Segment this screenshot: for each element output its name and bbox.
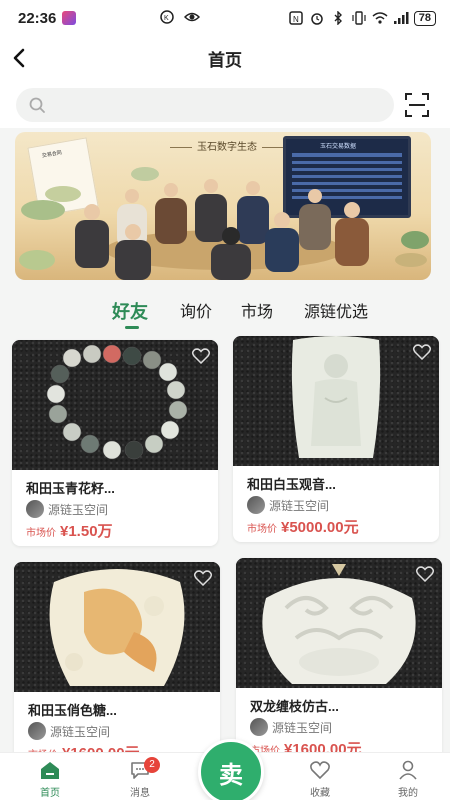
price-value: ¥5000.00元: [281, 519, 359, 536]
favorite-heart-icon[interactable]: [192, 348, 210, 364]
shop-name: 源链玉空间: [269, 498, 330, 513]
product-title: 和田玉青花籽...: [26, 481, 115, 496]
product-card[interactable]: 和田白玉观音... 源链玉空间 市场价 ¥5000.00元: [233, 336, 439, 542]
message-count-badge: 2: [144, 757, 160, 773]
scan-icon[interactable]: [404, 92, 430, 118]
product-card[interactable]: 双龙缠枝仿古... 源链玉空间 市场价 ¥1600.00元: [236, 558, 442, 764]
product-image: [236, 558, 442, 688]
price-label: 市场价: [247, 524, 277, 535]
tab-friends[interactable]: 好友: [112, 298, 148, 324]
product-title: 和田玉俏色糖...: [28, 703, 117, 718]
bottom-nav-messages-label: 消息: [130, 788, 150, 799]
svg-text:N: N: [293, 15, 299, 24]
eye-icon: [184, 12, 200, 22]
shop-info: 源链玉空间: [250, 718, 332, 736]
shop-avatar: [247, 496, 265, 514]
product-image: [12, 340, 218, 470]
active-tab-indicator: [125, 326, 139, 329]
wifi-icon: [372, 12, 388, 24]
bottom-nav-mine-label: 我的: [398, 788, 418, 799]
nfc-icon: N: [289, 11, 303, 25]
price-value: ¥1.50万: [60, 523, 113, 540]
shop-avatar: [28, 722, 46, 740]
product-image: [233, 336, 439, 466]
price-row: 市场价 ¥5000.00元: [247, 516, 359, 537]
search-row: [0, 80, 450, 128]
bottom-nav-mine[interactable]: 我的: [378, 759, 438, 799]
goldfish-pendant-illustration: [49, 569, 185, 686]
signal-icon: [393, 12, 409, 24]
price-label: 市场价: [26, 528, 56, 539]
bottom-tab-bar: 首页 2 消息 卖 收藏 我的: [0, 739, 450, 800]
tab-inquiry[interactable]: 询价: [180, 298, 212, 322]
shop-info: 源链玉空间: [26, 500, 108, 518]
product-title: 和田白玉观音...: [247, 477, 336, 492]
shop-info: 源链玉空间: [28, 722, 110, 740]
tab-source-chain-picks[interactable]: 源链优选: [304, 298, 368, 322]
bottom-nav-home[interactable]: 首页: [20, 759, 80, 799]
favorite-heart-icon[interactable]: [194, 570, 212, 586]
vibrate-icon: [352, 11, 366, 25]
home-icon: [41, 762, 59, 779]
dragon-pendant-illustration: [262, 564, 416, 684]
category-tabs: 好友 询价 市场 源链优选: [0, 290, 450, 334]
bottom-nav-home-label: 首页: [40, 788, 60, 799]
sell-button[interactable]: 卖: [198, 739, 264, 800]
bottom-nav-favorites[interactable]: 收藏: [290, 759, 350, 799]
bottom-nav-favorites-label: 收藏: [310, 788, 330, 799]
price-row: 市场价 ¥1.50万: [26, 520, 113, 541]
product-card[interactable]: 和田玉青花籽... 源链玉空间 市场价 ¥1.50万: [12, 340, 218, 546]
heart-icon: [310, 761, 330, 780]
battery-indicator: 78: [413, 10, 436, 26]
shop-avatar: [250, 718, 268, 736]
svg-text:K: K: [164, 15, 169, 22]
guanyin-pendant-illustration: [291, 336, 381, 458]
bluetooth-icon: [334, 11, 342, 25]
shop-name: 源链玉空间: [272, 720, 333, 735]
product-image: [14, 562, 220, 692]
data-saver-icon: K: [160, 10, 174, 24]
shop-name: 源链玉空间: [50, 724, 111, 739]
alarm-icon: [311, 13, 323, 25]
app-notification-icon: [62, 11, 77, 25]
status-time: 22:36: [18, 9, 57, 27]
page-title: 首页: [208, 50, 242, 70]
search-input[interactable]: [16, 88, 394, 122]
favorite-heart-icon[interactable]: [416, 566, 434, 582]
bottom-nav-messages[interactable]: 2 消息: [110, 757, 170, 799]
shop-info: 源链玉空间: [247, 496, 329, 514]
product-title: 双龙缠枝仿古...: [250, 699, 339, 714]
bracelet-illustration: [46, 344, 188, 460]
tab-market[interactable]: 市场: [241, 298, 273, 322]
shop-avatar: [26, 500, 44, 518]
status-bar: 22:36 K N 78: [0, 0, 450, 36]
back-arrow-icon[interactable]: [6, 44, 34, 72]
nav-bar: 首页: [0, 36, 450, 80]
search-icon: [29, 97, 45, 113]
meeting-scene-illustration: [19, 167, 429, 280]
user-icon: [399, 760, 417, 780]
product-card[interactable]: 和田玉俏色糖... 源链玉空间 市场价 ¥1600.00元: [14, 562, 220, 768]
shop-name: 源链玉空间: [48, 502, 109, 517]
favorite-heart-icon[interactable]: [413, 344, 431, 360]
promo-banner[interactable]: 交易合同 玉石数字生态 玉石交易数据: [15, 132, 431, 280]
